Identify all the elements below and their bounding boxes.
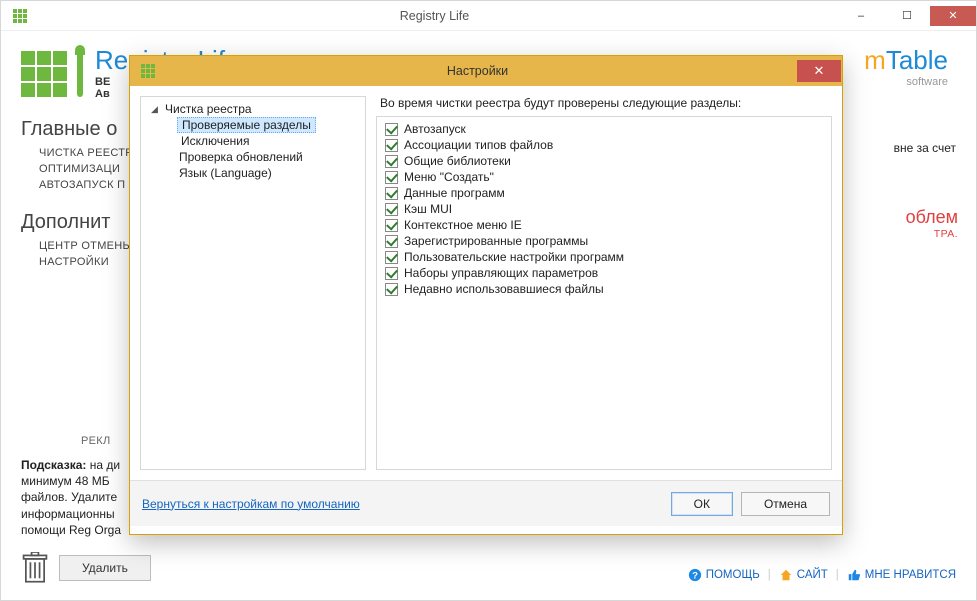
check-recent-files[interactable]: Недавно использовавшиеся файлы <box>385 281 823 297</box>
check-user-settings[interactable]: Пользовательские настройки программ <box>385 249 823 265</box>
checklist: Автозапуск Ассоциации типов файлов Общие… <box>376 116 832 470</box>
cancel-button[interactable]: Отмена <box>741 492 830 516</box>
checkbox-icon[interactable] <box>385 219 398 232</box>
site-link[interactable]: САЙТ <box>779 568 828 582</box>
app-subtitle-2: Ав <box>95 88 110 100</box>
close-button[interactable]: ✕ <box>930 6 976 26</box>
help-icon: ? <box>688 568 702 582</box>
checklist-header: Во время чистки реестра будут проверены … <box>380 96 832 110</box>
tree-item-exclusions[interactable]: Исключения <box>141 133 365 149</box>
checkbox-icon[interactable] <box>385 139 398 152</box>
app-subtitle-1: ВЕ <box>95 76 110 88</box>
check-autostart[interactable]: Автозапуск <box>385 121 823 137</box>
checkbox-icon[interactable] <box>385 251 398 264</box>
fragment-text: вне за счет <box>894 141 956 155</box>
check-new-menu[interactable]: Меню "Создать" <box>385 169 823 185</box>
footer-links: ?ПОМОЩЬ | САЙТ | МНЕ НРАВИТСЯ <box>688 568 956 582</box>
check-filetypes[interactable]: Ассоциации типов файлов <box>385 137 823 153</box>
tree-item-language[interactable]: Язык (Language) <box>141 165 365 181</box>
dialog-title: Настройки <box>158 64 797 78</box>
maximize-button[interactable]: ☐ <box>884 6 930 26</box>
checkbox-icon[interactable] <box>385 123 398 136</box>
checkbox-icon[interactable] <box>385 203 398 216</box>
check-ie-context[interactable]: Контекстное меню IE <box>385 217 823 233</box>
tree-item-updates[interactable]: Проверка обновлений <box>141 149 365 165</box>
vendor-brand: mTable software <box>864 45 956 88</box>
window-title: Registry Life <box>31 9 838 23</box>
check-shared-libs[interactable]: Общие библиотеки <box>385 153 823 169</box>
help-link[interactable]: ?ПОМОЩЬ <box>688 568 760 582</box>
checkbox-icon[interactable] <box>385 235 398 248</box>
svg-text:?: ? <box>692 571 698 582</box>
checkbox-icon[interactable] <box>385 267 398 280</box>
check-control-sets[interactable]: Наборы управляющих параметров <box>385 265 823 281</box>
reset-defaults-link[interactable]: Вернуться к настройкам по умолчанию <box>142 497 360 511</box>
check-registered-programs[interactable]: Зарегистрированные программы <box>385 233 823 249</box>
dialog-icon <box>138 64 158 78</box>
app-logo <box>21 51 83 97</box>
problems-sub-fragment: ТРА. <box>848 228 958 240</box>
titlebar: Registry Life – ☐ ✕ <box>1 1 976 31</box>
main-window: Registry Life – ☐ ✕ Registry Life ВЕ Ав … <box>0 0 977 601</box>
check-app-data[interactable]: Данные программ <box>385 185 823 201</box>
screwdriver-icon <box>77 51 83 97</box>
dialog-footer: Вернуться к настройкам по умолчанию ОК О… <box>130 480 842 526</box>
ad-label: РЕКЛ <box>81 435 111 447</box>
problems-count-fragment: облем <box>848 207 958 228</box>
thumbs-up-icon <box>847 568 861 582</box>
checkbox-icon[interactable] <box>385 155 398 168</box>
dialog-titlebar: Настройки ✕ <box>130 56 842 86</box>
checkbox-icon[interactable] <box>385 171 398 184</box>
delete-button[interactable]: Удалить <box>59 555 151 581</box>
check-mui-cache[interactable]: Кэш MUI <box>385 201 823 217</box>
app-icon <box>9 5 31 27</box>
collapse-icon[interactable]: ◢ <box>151 104 161 115</box>
like-link[interactable]: МНЕ НРАВИТСЯ <box>847 568 956 582</box>
checkbox-icon[interactable] <box>385 187 398 200</box>
tree-item-registry-clean[interactable]: ◢Чистка реестра <box>141 101 365 117</box>
dialog-close-button[interactable]: ✕ <box>797 60 841 82</box>
home-icon <box>779 568 793 582</box>
trash-icon <box>21 552 49 584</box>
checkbox-icon[interactable] <box>385 283 398 296</box>
problems-panel: облем ТРА. <box>848 207 958 240</box>
ok-button[interactable]: ОК <box>671 492 733 516</box>
tree-item-checked-sections[interactable]: Проверяемые разделы <box>177 117 316 133</box>
settings-tree: ◢Чистка реестра Проверяемые разделы Искл… <box>140 96 366 470</box>
settings-dialog: Настройки ✕ ◢Чистка реестра Проверяемые … <box>129 55 843 535</box>
minimize-button[interactable]: – <box>838 6 884 26</box>
